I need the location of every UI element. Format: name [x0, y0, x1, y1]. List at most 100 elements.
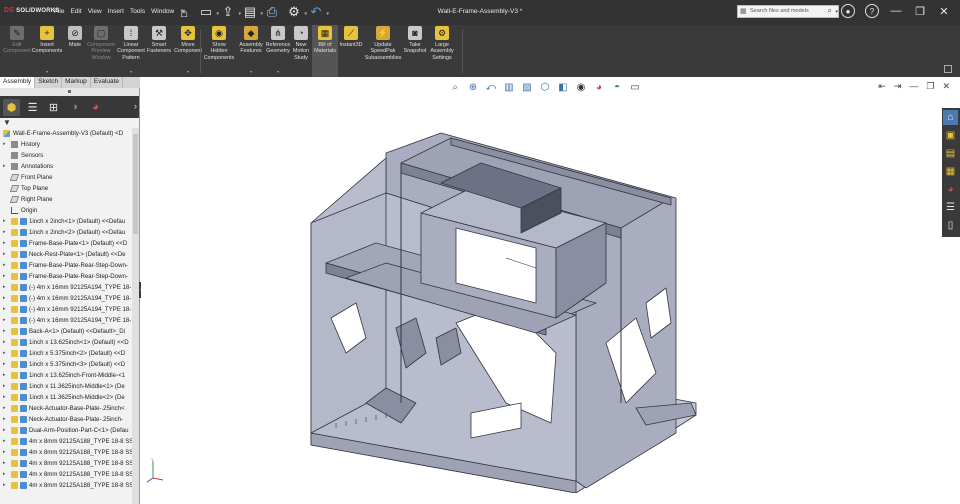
tree-scrollbar[interactable] — [132, 128, 139, 504]
chevron-right-icon[interactable]: › — [134, 101, 137, 111]
undo-icon[interactable]: ↶ ▾ — [307, 3, 329, 21]
view-orientation-icon[interactable]: ⬡ — [538, 80, 552, 94]
expand-arrow-icon[interactable]: ▸ — [3, 139, 6, 150]
reference-geometry-button[interactable]: ⋔ Reference Geometry ▾ — [264, 25, 292, 77]
expand-ribbon-icon[interactable] — [944, 65, 952, 73]
edit-appearance-icon[interactable]: ◕ — [592, 80, 606, 94]
menu-file[interactable]: File — [54, 8, 64, 16]
assembly-features-button[interactable]: ◆ Assembly Features ▾ — [237, 25, 265, 77]
search-icon[interactable]: ⌕ — [828, 6, 832, 16]
tree-item[interactable]: Sensors — [0, 150, 132, 161]
tree-item[interactable]: ▸ Neck-Rest-Plate<1> (Default) <<De — [0, 249, 132, 260]
bill-of-materials-button[interactable]: ▦ Bill of Materials — [312, 25, 338, 77]
options-gear-icon[interactable]: ⚙ ▾ — [285, 3, 307, 21]
show-hidden-components-button[interactable]: ◉ Show Hidden Components — [203, 25, 235, 77]
file-explorer-icon[interactable]: ▤ — [943, 146, 958, 161]
home-icon[interactable]: ⌂ — [175, 3, 193, 21]
edit-component-button[interactable]: ✎ Edit Component — [2, 25, 32, 77]
property-manager-tab-icon[interactable]: ☰ — [24, 99, 41, 116]
expand-arrow-icon[interactable]: ▸ — [3, 480, 6, 491]
chevron-down-icon[interactable]: ▾ — [130, 69, 132, 75]
expand-arrow-icon[interactable]: ▸ — [3, 271, 6, 282]
mate-button[interactable]: ⊘ Mate — [64, 25, 86, 77]
expand-arrow-icon[interactable]: ▸ — [3, 436, 6, 447]
tree-item[interactable]: ▸ 4m x 8mm 92125A188_TYPE 18-8 SS — [0, 447, 132, 458]
component-preview-window-button[interactable]: ▢ Component Preview Window — [86, 25, 116, 77]
previous-document-icon[interactable]: ⇤ — [878, 81, 886, 92]
insert-components-button[interactable]: + Insert Components ▾ — [32, 25, 62, 77]
tree-item[interactable]: ▸ 1inch x 13.625inch<1> (Default) <<D — [0, 337, 132, 348]
tree-item[interactable]: ▸ (-) 4m x 16mm 92125A194_TYPE 18- — [0, 293, 132, 304]
expand-arrow-icon[interactable]: ▸ — [3, 293, 6, 304]
expand-arrow-icon[interactable]: ▸ — [3, 403, 6, 414]
previous-view-icon[interactable]: ⤺ — [484, 80, 498, 94]
expand-arrow-icon[interactable]: ▸ — [3, 249, 6, 260]
new-document-icon[interactable]: ▭ ▾ — [197, 3, 219, 21]
filter-icon[interactable]: ▼ — [3, 118, 11, 127]
tree-item[interactable]: Right Plane — [0, 194, 132, 205]
tree-item[interactable]: ▸ 1inch x 11.3625inch-Middle<2> (De — [0, 392, 132, 403]
tree-item[interactable]: ▸ 1inch x 13.625inch-Front-Middle-<1 — [0, 370, 132, 381]
chevron-down-icon[interactable]: ▾ — [46, 69, 48, 75]
next-document-icon[interactable]: ⇥ — [894, 81, 902, 92]
doc-restore-button[interactable]: ❐ — [926, 81, 934, 92]
expand-arrow-icon[interactable]: ▸ — [3, 304, 6, 315]
menu-view[interactable]: View — [88, 8, 102, 16]
menu-insert[interactable]: Insert — [108, 8, 124, 16]
menu-tools[interactable]: Tools — [130, 8, 145, 16]
view-palette-icon[interactable]: ▦ — [943, 164, 958, 179]
expand-arrow-icon[interactable]: ▸ — [3, 414, 6, 425]
user-account-icon[interactable]: ● — [840, 3, 856, 19]
doc-minimize-button[interactable]: — — [909, 81, 918, 92]
tree-item[interactable]: ▸ 1inch x 2inch<1> (Default) <<Defau — [0, 216, 132, 227]
solidworks-forum-icon[interactable]: ▯ — [943, 218, 958, 233]
apply-scene-icon[interactable]: ◓ — [610, 80, 624, 94]
tree-item[interactable]: ▸ 1inch x 5.375inch<2> (Default) <<D — [0, 348, 132, 359]
zoom-to-area-icon[interactable]: ⊕ — [466, 80, 480, 94]
tree-item[interactable]: ▸ 4m x 8mm 92125A188_TYPE 18-8 SS — [0, 436, 132, 447]
close-button[interactable]: ✕ — [936, 3, 952, 19]
tab-evaluate[interactable]: Evaluate — [91, 77, 124, 88]
tree-item[interactable]: ▸ Frame-Base-Plate-Rear-Step-Down- — [0, 260, 132, 271]
tree-item[interactable]: ▸ (-) 4m x 16mm 92125A194_TYPE 18- — [0, 282, 132, 293]
tree-item[interactable]: ▸ 1inch x 5.375inch<3> (Default) <<D — [0, 359, 132, 370]
expand-arrow-icon[interactable]: ▸ — [3, 315, 6, 326]
view-settings-icon[interactable]: ▭ — [628, 80, 642, 94]
open-icon[interactable]: ⇪ ▾ — [219, 3, 241, 21]
tree-item[interactable]: ▸ Dual-Arm-Position-Part-C<1> (Defau — [0, 425, 132, 436]
tree-item[interactable]: Top Plane — [0, 183, 132, 194]
expand-arrow-icon[interactable]: ▸ — [3, 282, 6, 293]
tree-item[interactable]: ▸ 4m x 8mm 92125A188_TYPE 18-8 SS — [0, 469, 132, 480]
feature-manager-tab-icon[interactable]: ⬢ — [3, 98, 20, 116]
search-input[interactable]: ▦ Search files and models ⌕ ▾ — [737, 5, 839, 18]
scrollbar-thumb[interactable] — [133, 134, 138, 234]
doc-close-button[interactable]: ✕ — [942, 81, 950, 92]
expand-arrow-icon[interactable]: ▸ — [3, 359, 6, 370]
tree-item[interactable]: ▸ History — [0, 139, 132, 150]
expand-arrow-icon[interactable]: ▸ — [3, 161, 6, 172]
tree-item[interactable]: ▸ (-) 4m x 16mm 92125A194_TYPE 18- — [0, 304, 132, 315]
expand-arrow-icon[interactable]: ▸ — [3, 381, 6, 392]
design-library-icon[interactable]: ▣ — [943, 128, 958, 143]
chevron-down-icon[interactable]: ▾ — [835, 9, 838, 15]
display-manager-tab-icon[interactable]: ◕ — [87, 99, 104, 116]
linear-component-pattern-button[interactable]: ⁞ Linear Component Pattern ▾ — [117, 25, 145, 77]
zoom-to-fit-icon[interactable]: ⌕ — [448, 80, 462, 94]
new-motion-study-button[interactable]: ◔ New Motion Study — [290, 25, 312, 77]
smart-fasteners-button[interactable]: ⚒ Smart Fasteners — [146, 25, 172, 77]
print-icon[interactable]: ⎙ — [263, 3, 281, 21]
tab-assembly[interactable]: Assembly — [0, 77, 36, 88]
hide-show-items-icon[interactable]: ◉ — [574, 80, 588, 94]
section-view-icon[interactable]: ▥ — [502, 80, 516, 94]
take-snapshot-button[interactable]: ◙ Take Snapshot — [402, 25, 428, 77]
tree-item[interactable]: Front Plane — [0, 172, 132, 183]
tree-item[interactable]: ▸ Neck-Actuator-Base-Plate-.25inch< — [0, 403, 132, 414]
expand-arrow-icon[interactable]: ▸ — [3, 370, 6, 381]
chevron-down-icon[interactable]: ▾ — [187, 69, 189, 75]
expand-arrow-icon[interactable]: ▸ — [3, 348, 6, 359]
expand-arrow-icon[interactable]: ▸ — [3, 227, 6, 238]
expand-arrow-icon[interactable]: ▸ — [3, 392, 6, 403]
tree-item[interactable]: ▸ 1inch x 11.3625inch-Middle<1> (De — [0, 381, 132, 392]
save-icon[interactable]: ▤ ▾ — [241, 3, 263, 21]
expand-arrow-icon[interactable]: ▸ — [3, 260, 6, 271]
